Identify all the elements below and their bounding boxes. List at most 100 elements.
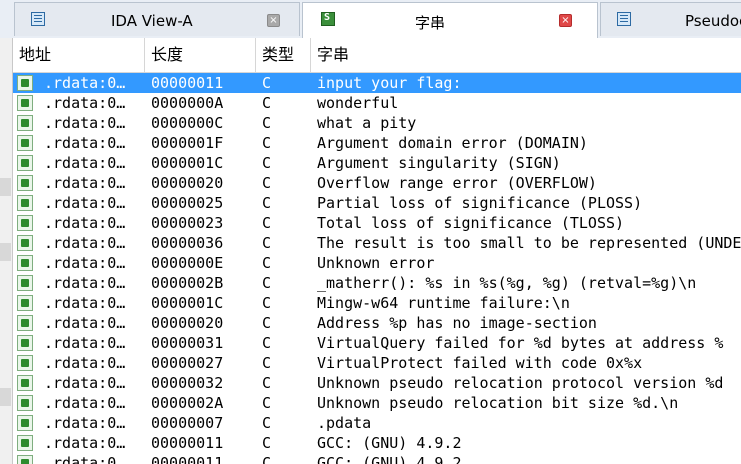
string-cell: input your flag: [317,74,462,92]
string-cell: The result is too small to be represente… [317,234,741,252]
table-row[interactable]: .rdata:0… 00000011 C GCC: (GNU) 4.9.2 [13,433,741,453]
type-cell: C [262,414,272,432]
string-cell: Argument domain error (DOMAIN) [317,134,588,152]
column-header-type[interactable]: 类型 [256,38,311,72]
length-cell: 0000001C [151,294,224,312]
address-cell: .rdata:0… [44,354,126,372]
table-row[interactable]: .rdata:0… 00000027 C VirtualProtect failed… [13,353,741,373]
table-row[interactable]: .rdata:0… 0000002B C _matherr(): %s in %s(%… [13,273,741,293]
column-header-address[interactable]: 地址 [13,38,145,72]
table-row[interactable]: .rdata:0… 00000031 C VirtualQuery failed f… [13,333,741,353]
table-row[interactable]: .rdata:0… 0000002A C Unknown pseudo reloca… [13,393,741,413]
length-cell: 0000000E [151,254,224,272]
type-cell: C [262,394,272,412]
address-cell: .rdata:0… [44,154,126,172]
address-cell: .rdata:0… [44,374,126,392]
string-icon [17,155,33,171]
type-cell: C [262,334,272,352]
table-row[interactable]: .rdata:0… 00000023 C Total loss of signific… [13,213,741,233]
length-cell: 00000025 [151,194,224,212]
left-gutter [0,38,13,464]
tab-label: IDA View-A [111,12,193,30]
address-cell: .rdata:0… [44,294,126,312]
column-header-length[interactable]: 长度 [145,38,256,72]
string-icon [17,215,33,231]
table-row[interactable]: .rdata:0… 0000001C C Argument singularity (… [13,153,741,173]
table-row[interactable]: .rdata:0… 00000020 C Address %p has no imag… [13,313,741,333]
length-cell: 0000001F [151,134,224,152]
address-cell: .rdata:0… [44,314,126,332]
address-cell: .rdata:0… [44,274,126,292]
length-cell: 00000020 [151,174,224,192]
table-row[interactable]: .rdata:0… 0000001F C Argument domain error … [13,133,741,153]
type-cell: C [262,254,272,272]
table-row[interactable]: .rdata:0… 00000011 C GCC: (GNU) 4.9.2 [13,453,741,464]
string-cell: Unknown pseudo relocation protocol versi… [317,374,724,392]
string-cell: GCC: (GNU) 4.9.2 [317,454,462,464]
string-cell: Mingw-w64 runtime failure:\n [317,294,570,312]
length-cell: 0000001C [151,154,224,172]
table-row[interactable]: .rdata:0… 00000020 C Overflow range error (… [13,173,741,193]
close-icon[interactable]: × [559,14,572,27]
address-cell: .rdata:0… [44,234,126,252]
tab-label: 字串 [415,14,446,32]
disassembly-icon [31,12,45,26]
string-icon [17,255,33,271]
table-row[interactable]: .rdata:0… 0000000C Cwhat a pity [13,113,741,133]
string-cell: Unknown error [317,254,435,272]
type-cell: C [262,134,272,152]
table-row[interactable]: .rdata:0… 0000000E C Unknown error [13,253,741,273]
length-cell: 0000002A [151,394,224,412]
tab-label: Pseudoc [685,12,741,30]
table-row[interactable]: .rdata:0… 00000025 C Partial loss of signif… [13,193,741,213]
tab-strings[interactable]: 字串 × [302,2,598,39]
string-cell: Address %p has no image-section [317,314,597,332]
type-cell: C [262,354,272,372]
table-row[interactable]: .rdata:0… 00000036 C The result is too smal… [13,233,741,253]
string-cell: wonderful [317,94,399,112]
string-cell: Overflow range error (OVERFLOW) [317,174,597,192]
type-cell: C [262,314,272,332]
string-icon [17,75,33,91]
length-cell: 00000011 [151,434,224,452]
table-row[interactable]: .rdata:0… 00000007 C .pdata [13,413,741,433]
length-cell: 00000036 [151,234,224,252]
string-icon [17,115,33,131]
string-icon [17,195,33,211]
length-cell: 00000011 [151,454,224,464]
length-cell: 00000031 [151,334,224,352]
string-icon [17,235,33,251]
string-icon [17,435,33,451]
string-cell: VirtualProtect failed with code 0x%x [317,354,643,372]
string-cell: GCC: (GNU) 4.9.2 [317,434,462,452]
table-row[interactable]: .rdata:0… 00000032 C Unknown pseudo reloca… [13,373,741,393]
table-row[interactable]: .rdata:0… 00000011 Cinput your flag: [13,73,741,93]
column-header-string[interactable]: 字串 [311,38,741,72]
type-cell: C [262,454,272,464]
tab-ida-view-a[interactable]: IDA View-A × [14,2,300,36]
string-icon [17,175,33,191]
address-cell: .rdata:0… [44,114,126,132]
table-row[interactable]: .rdata:0… 0000000A Cwonderful [13,93,741,113]
length-cell: 0000002B [151,274,224,292]
string-icon [17,95,33,111]
length-cell: 00000011 [151,74,224,92]
address-cell: .rdata:0… [44,334,126,352]
gutter-mark [0,388,11,406]
string-cell: Argument singularity (SIGN) [317,154,561,172]
length-cell: 0000000A [151,94,224,112]
close-icon[interactable]: × [267,14,280,27]
table-row[interactable]: .rdata:0… 0000001C C Mingw-w64 runtime fail… [13,293,741,313]
address-cell: .rdata:0… [44,394,126,412]
address-cell: .rdata:0… [44,254,126,272]
type-cell: C [262,274,272,292]
address-cell: .rdata:0… [44,74,126,92]
type-cell: C [262,294,272,312]
type-cell: C [262,374,272,392]
address-cell: .rdata:0… [44,434,126,452]
gutter-mark [0,243,11,261]
tab-pseudocode[interactable]: Pseudoc [600,2,741,36]
strings-icon [321,12,335,26]
type-cell: C [262,114,272,132]
string-icon [17,415,33,431]
